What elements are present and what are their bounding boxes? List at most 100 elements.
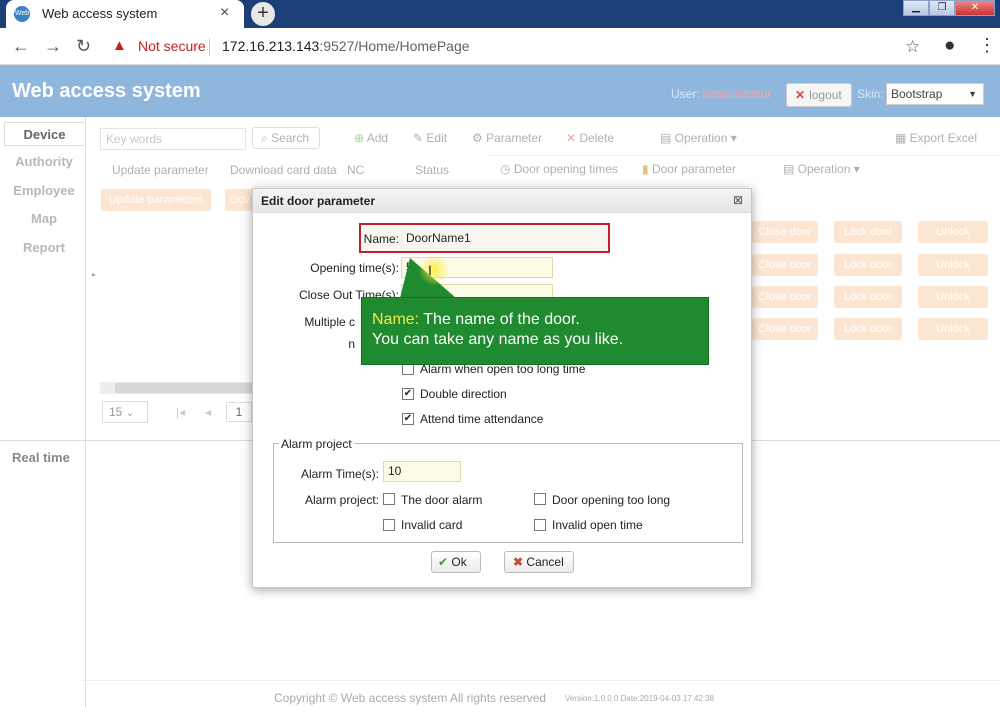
close-door-button[interactable]: Close door: [752, 254, 818, 276]
door-opening-times-button[interactable]: ◷ Door opening times: [500, 162, 618, 176]
forward-icon[interactable]: →: [44, 36, 62, 57]
add-button[interactable]: ⊕ Add: [354, 131, 388, 145]
gear-icon: ⚙: [472, 131, 487, 145]
reload-icon[interactable]: ↻: [76, 36, 91, 57]
window-close-button[interactable]: ✕: [955, 0, 995, 16]
skin-value: Bootstrap: [891, 87, 943, 101]
download-button[interactable]: Dov: [225, 189, 255, 211]
close-door-button[interactable]: Close door: [752, 221, 818, 243]
back-icon[interactable]: ←: [12, 36, 30, 57]
edit-button[interactable]: ✎ Edit: [413, 131, 447, 145]
sidebar-divider: [0, 440, 86, 441]
new-tab-button[interactable]: +: [251, 2, 275, 26]
door-open-long-checkbox[interactable]: [534, 493, 546, 505]
divider: [488, 155, 1000, 156]
ok-button[interactable]: ✔ Ok: [431, 551, 481, 573]
alarm-project-label: Alarm project:: [304, 493, 379, 507]
scrollbar-thumb[interactable]: [115, 383, 252, 393]
close-icon[interactable]: ⊠: [733, 193, 743, 207]
operation-icon: ▤: [660, 131, 675, 145]
logout-button[interactable]: ✕ logout: [786, 83, 852, 107]
door-open-long-label: Door opening too long: [552, 493, 671, 507]
collapse-arrow-icon[interactable]: ▸: [92, 270, 96, 279]
logout-label: logout: [809, 88, 842, 102]
menu-icon[interactable]: ⋮: [978, 35, 996, 56]
chevron-down-icon: ▼: [968, 89, 977, 99]
alarm-time-label: Alarm Time(s):: [301, 467, 379, 481]
check-icon: ✔: [438, 555, 449, 569]
minimize-button[interactable]: ▁: [903, 0, 929, 16]
maximize-button[interactable]: ❐: [929, 0, 955, 16]
excel-icon: ▦: [895, 131, 910, 145]
nc-column: NC: [347, 163, 365, 177]
text-cursor-icon: I: [428, 262, 432, 278]
cursor-highlight: [418, 254, 450, 286]
update-parameters-button[interactable]: Update parameters: [101, 189, 211, 211]
dialog-title: Edit door parameter: [261, 194, 376, 208]
cancel-button[interactable]: ✖ Cancel: [504, 551, 574, 573]
user-label: User:: [671, 87, 700, 101]
export-label: Export Excel: [909, 131, 978, 145]
operation-icon: ▤: [783, 162, 798, 176]
door-alarm-checkbox[interactable]: [383, 493, 395, 505]
skin-select[interactable]: Bootstrap ▼: [886, 83, 984, 105]
version-text: Version:1.0.0.0 Date:2019-04-03 17:42:38: [565, 694, 714, 703]
unlock-button[interactable]: Unlock: [918, 286, 988, 308]
keyword-input[interactable]: Key words: [100, 128, 246, 150]
parameter-button[interactable]: ⚙ Parameter: [472, 131, 542, 145]
prev-page-icon[interactable]: ◂: [205, 405, 211, 419]
warning-icon[interactable]: ▲: [112, 37, 127, 54]
url-text[interactable]: 172.16.213.143:9527/Home/HomePage: [222, 38, 470, 54]
attend-time-checkbox[interactable]: ✔: [402, 413, 414, 425]
search-button[interactable]: ⌕ Search: [252, 127, 320, 149]
export-excel-button[interactable]: ▦ Export Excel: [895, 131, 977, 145]
double-direction-checkbox[interactable]: ✔: [402, 388, 414, 400]
lock-door-button[interactable]: Lock door: [834, 221, 902, 243]
operation-menu[interactable]: ▤ Operation ▾: [660, 131, 737, 145]
edit-icon: ✎: [413, 131, 427, 145]
double-direction-label: Double direction: [420, 387, 507, 401]
url-path: :9527/Home/HomePage: [319, 38, 470, 54]
door-parameter-button[interactable]: ▮ Door parameter: [642, 162, 736, 176]
unlock-button[interactable]: Unlock: [918, 318, 988, 340]
unlock-button[interactable]: Unlock: [918, 221, 988, 243]
update-parameter-tab[interactable]: Update parameter: [112, 163, 209, 177]
download-card-data-tab[interactable]: Download card data: [230, 163, 337, 177]
chevron-down-icon: ⌄: [125, 408, 135, 419]
account-icon[interactable]: ●: [944, 35, 955, 57]
close-door-button[interactable]: Close door: [752, 318, 818, 340]
first-page-icon[interactable]: |◂: [176, 405, 185, 419]
name-input[interactable]: DoorName1: [401, 228, 607, 249]
not-secure-label[interactable]: Not secure: [138, 38, 206, 54]
alarm-time-input[interactable]: 10: [383, 461, 461, 482]
close-icon[interactable]: ×: [220, 4, 229, 22]
app-title: Web access system: [12, 80, 201, 102]
delete-button[interactable]: ✕ Delete: [566, 131, 614, 145]
page-size-select[interactable]: 15 ⌄: [102, 401, 148, 423]
operation-menu-2[interactable]: ▤ Operation ▾: [783, 162, 860, 176]
sidebar-item-report[interactable]: Report: [4, 236, 84, 260]
page-number-input[interactable]: 1: [226, 402, 252, 422]
attend-time-label: Attend time attendance: [420, 412, 544, 426]
edit-door-dialog: Edit door parameter ⊠ Name: DoorName1 Op…: [252, 188, 752, 588]
sidebar-item-employee[interactable]: Employee: [4, 179, 84, 203]
sidebar-item-authority[interactable]: Authority: [4, 150, 84, 174]
close-door-button[interactable]: Close door: [752, 286, 818, 308]
star-icon[interactable]: ☆: [905, 37, 920, 57]
delete-label: Delete: [579, 131, 615, 145]
lock-door-button[interactable]: Lock door: [834, 318, 902, 340]
lock-door-button[interactable]: Lock door: [834, 254, 902, 276]
sidebar-item-map[interactable]: Map: [4, 207, 84, 231]
name-label: Name:: [363, 232, 399, 246]
sidebar-item-realtime[interactable]: Real time: [12, 450, 70, 465]
lock-door-button[interactable]: Lock door: [834, 286, 902, 308]
invalid-card-checkbox[interactable]: [383, 519, 395, 531]
parameter-label: Parameter: [486, 131, 543, 145]
add-icon: ⊕: [354, 131, 367, 145]
search-label: Search: [271, 131, 310, 145]
unlock-button[interactable]: Unlock: [918, 254, 988, 276]
status-column: Status: [415, 163, 450, 177]
sidebar-item-device[interactable]: Device: [4, 122, 84, 146]
operation-label-2: Operation: [797, 162, 851, 176]
invalid-open-time-checkbox[interactable]: [534, 519, 546, 531]
